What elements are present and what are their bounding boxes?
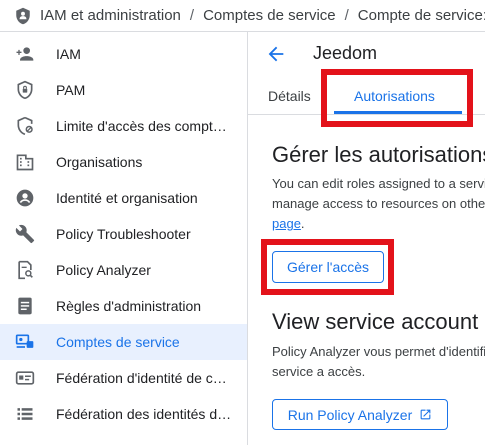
tab-bar: Détails Autorisations <box>248 80 485 115</box>
sidebar-item-principal-access-boundary[interactable]: Limite d'accès des comptes principaux <box>0 108 247 144</box>
view-access-text-2: service a accès. <box>272 364 366 379</box>
sidebar: IAM PAM Limite d'accès des comptes princ… <box>0 32 248 445</box>
sidebar-item-label: Organisations <box>56 154 143 170</box>
sidebar-item-pam[interactable]: PAM <box>0 72 247 108</box>
account-circle-icon <box>15 188 35 208</box>
sidebar-item-identity-organisation[interactable]: Identité et organisation <box>0 180 247 216</box>
person-add-icon <box>15 44 35 64</box>
tab-autorisations[interactable]: Autorisations <box>354 88 435 104</box>
breadcrumb-separator: / <box>189 7 195 24</box>
page-title: Jeedom <box>313 43 378 63</box>
tab-details[interactable]: Détails <box>268 88 311 104</box>
iam-shield-logo-icon <box>14 7 32 25</box>
open-in-new-icon <box>420 409 431 420</box>
sidebar-item-label: PAM <box>56 82 86 98</box>
breadcrumb-separator: / <box>344 7 349 24</box>
sidebar-item-workforce-identity-federation[interactable]: Fédération des identités de personnel <box>0 396 247 432</box>
iam-page-link[interactable]: page <box>272 216 301 231</box>
shield-lock-icon <box>15 80 35 100</box>
manage-permissions-text-2: manage access to resources on other <box>272 196 485 211</box>
sidebar-item-label: Identité et organisation <box>56 190 198 206</box>
view-access-heading: View service account access <box>272 309 485 334</box>
sidebar-item-label: Fédération d'identité de charge de trava… <box>56 370 233 386</box>
manage-permissions-heading: Gérer les autorisations <box>272 142 485 167</box>
building-icon <box>15 152 35 172</box>
sidebar-item-iam[interactable]: IAM <box>0 36 247 72</box>
sidebar-item-policy-analyzer[interactable]: Policy Analyzer <box>0 252 247 288</box>
sidebar-item-label: Policy Analyzer <box>56 262 151 278</box>
run-policy-analyzer-label: Run Policy Analyzer <box>287 406 413 423</box>
shield-boundary-icon <box>15 116 35 136</box>
id-card-icon <box>15 368 35 388</box>
main-panel: Jeedom Détails Autorisations Gérer les a… <box>248 32 485 445</box>
manage-permissions-text-3: page. <box>272 214 305 234</box>
sidebar-item-label: Règles d'administration <box>56 298 202 314</box>
sidebar-item-organisations[interactable]: Organisations <box>0 144 247 180</box>
wrench-icon <box>15 224 35 244</box>
sidebar-item-workload-identity-federation[interactable]: Fédération d'identité de charge de trava… <box>0 360 247 396</box>
back-arrow-button[interactable] <box>264 42 288 66</box>
sidebar-item-label: Limite d'accès des comptes principaux <box>56 118 233 134</box>
document-list-icon <box>15 296 35 316</box>
sidebar-item-label: Comptes de service <box>56 334 180 350</box>
breadcrumb-iam-admin[interactable]: IAM et administration <box>40 7 181 24</box>
manage-access-button[interactable]: Gérer l'accès <box>272 251 384 283</box>
breadcrumb-current-service-account: Compte de service: <box>357 7 485 24</box>
sidebar-item-policy-troubleshooter[interactable]: Policy Troubleshooter <box>0 216 247 252</box>
manage-permissions-text-suffix: . <box>300 216 305 231</box>
view-access-text-1: Policy Analyzer vous permet d'identifier <box>272 344 485 359</box>
arrow-left-icon <box>268 46 284 62</box>
list-icon <box>15 404 35 424</box>
sidebar-item-admin-rules[interactable]: Règles d'administration <box>0 288 247 324</box>
sidebar-item-label: IAM <box>56 46 81 62</box>
breadcrumb-service-accounts[interactable]: Comptes de service <box>203 7 336 24</box>
sidebar-item-label: Fédération des identités de personnel <box>56 406 233 422</box>
manage-permissions-text-1: You can edit roles assigned to a service… <box>272 176 485 191</box>
sidebar-item-label: Policy Troubleshooter <box>56 226 191 242</box>
breadcrumb: IAM et administration / Comptes de servi… <box>0 0 485 32</box>
active-tab-indicator <box>334 111 462 114</box>
document-search-icon <box>15 260 35 280</box>
sidebar-item-service-accounts[interactable]: Comptes de service <box>0 324 247 360</box>
run-policy-analyzer-button[interactable]: Run Policy Analyzer <box>272 399 448 430</box>
service-account-icon <box>15 332 35 352</box>
